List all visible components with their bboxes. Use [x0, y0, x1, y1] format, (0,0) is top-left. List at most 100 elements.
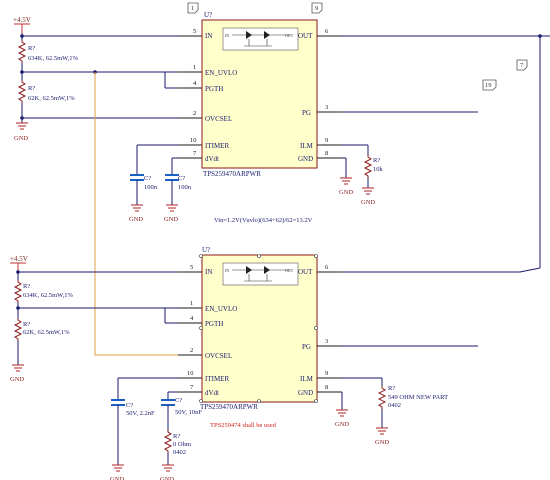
pin-number: 1 [193, 64, 196, 71]
pin-number: 3 [325, 338, 328, 345]
capacitor-c-top-2[interactable]: C? 100n [165, 174, 192, 191]
ic-part-number: TPS259470ARPWR [200, 403, 258, 411]
gnd-symbol: GND [339, 177, 353, 196]
ic-designator: U? [204, 11, 212, 19]
capacitor-ref: C? [144, 175, 151, 182]
resistor-ref: R? [28, 45, 35, 52]
ic-internal-diagram: IN OUT [222, 262, 299, 286]
pin-name: OUT [298, 32, 313, 40]
ic-u1[interactable]: U? TPS259470ARPWR IN OUT 5 IN 1 EN_UVLO … [178, 11, 342, 178]
gnd-label: GND [14, 135, 28, 142]
pin-name: ILM [300, 375, 314, 383]
pin-number: 7 [193, 150, 197, 157]
capacitor-ref: C? [178, 175, 185, 182]
resistor-r-0ohm[interactable]: R? 0 Ohm 0402 [163, 430, 191, 456]
pin-number: 4 [193, 80, 197, 87]
pin-name: GND [298, 155, 313, 163]
pin-number: 2 [193, 110, 196, 117]
inner-out-label: OUT [285, 268, 294, 273]
junction-dot [16, 306, 20, 310]
pin-number: 1 [190, 300, 193, 307]
gnd-symbol: GND [110, 464, 124, 480]
uvlo-formula-note: Vin=1.2V(Vuvlo)(634+62)/62=13.2V [214, 217, 313, 224]
resistor-r-top-634k[interactable]: R? 634K, 62.5mW,1% [17, 40, 79, 63]
comment-flag[interactable]: 9 [311, 2, 323, 14]
resistor-value: 549 OHM NEW PART [388, 394, 448, 401]
junction-dot [20, 70, 24, 74]
resistor-value: 0 Ohm [173, 441, 191, 448]
part-warning-note: TPS259474 shall be used [210, 422, 277, 429]
vcc-label: +4.5V [10, 255, 28, 263]
capacitor-value: 50V, 2.2nF [126, 410, 155, 417]
schematic-canvas: 1 9 19 7 +4.5V R? 634K, 62.5mW,1% R? 62K… [10, 2, 550, 480]
resistor-r-top-62k[interactable]: R? 62K, 62.5mW,1% [17, 80, 75, 103]
resistor-r-10k[interactable]: R? 10k [363, 155, 384, 178]
resistor-r-bot-634k[interactable]: R? 634K, 62.5mW,1% [13, 280, 74, 303]
comment-flag[interactable]: 19 [482, 79, 497, 91]
ic-designator: U? [202, 246, 210, 254]
pin-name: ILM [300, 142, 314, 150]
flag-label: 9 [315, 5, 318, 12]
power-port-vcc: +4.5V [10, 255, 28, 272]
resistor-r-bot-62k[interactable]: R? 62K, 62.5mW,1% [13, 318, 70, 341]
comment-flag[interactable]: 1 [187, 2, 199, 14]
ic-part-number: TPS259470ARPWR [203, 170, 261, 178]
junction-dot [16, 270, 20, 274]
pin-number: 6 [325, 264, 329, 271]
gnd-label: GND [110, 476, 124, 480]
capacitor-ref: C? [126, 402, 133, 409]
resistor-ref: R? [23, 283, 30, 290]
pin-name: dVdt [205, 155, 219, 163]
pin-name: PG [302, 343, 311, 351]
gnd-symbol: GND [10, 364, 24, 383]
pin-number: 5 [193, 28, 196, 35]
pin-number: 7 [190, 384, 194, 391]
pin-number: 8 [325, 150, 328, 157]
resistor-ref: R? [23, 321, 30, 328]
resistor-value: 634K, 62.5mW,1% [23, 292, 74, 299]
comment-flag[interactable]: 7 [516, 59, 528, 71]
inner-in-label: IN [225, 268, 229, 273]
pin-name: GND [298, 389, 313, 397]
resistor-package: 0402 [388, 402, 401, 409]
gnd-label: GND [339, 189, 353, 196]
gnd-label: GND [164, 216, 178, 223]
gnd-label: GND [335, 421, 349, 428]
gnd-label: GND [10, 376, 24, 383]
resistor-value: 634K, 62.5mW,1% [28, 55, 79, 62]
gnd-symbol: GND [335, 409, 349, 428]
pin-name: OVCSEL [205, 352, 232, 360]
pin-number: 5 [190, 264, 193, 271]
gnd-label: GND [129, 216, 143, 223]
gnd-symbol: GND [361, 187, 375, 206]
capacitor-c-top-1[interactable]: C? 100n [130, 174, 158, 191]
wire-orange-net [94, 72, 178, 356]
resistor-ref: R? [373, 157, 380, 164]
pin-number: 6 [325, 28, 329, 35]
pin-number: 8 [325, 384, 328, 391]
pin-number: 10 [187, 370, 194, 377]
junction-dot [20, 34, 24, 38]
pin-number: 10 [190, 137, 197, 144]
capacitor-value: 100n [178, 184, 192, 191]
flag-label: 19 [485, 82, 492, 89]
flag-label: 1 [191, 5, 194, 12]
capacitor-c-bot-10n[interactable]: C? 50V, 10nF [161, 397, 202, 416]
resistor-ref: R? [388, 385, 395, 392]
resistor-value: 62K, 62.5mW,1% [23, 329, 70, 336]
pin-name: ITIMER [205, 142, 229, 150]
pin-name: OVCSEL [205, 115, 232, 123]
vcc-label: +4.5V [13, 16, 31, 24]
pin-name: ITIMER [205, 375, 229, 383]
power-port-vcc: +4.5V [13, 16, 31, 34]
gnd-symbol: GND [164, 204, 178, 223]
pin-number: 9 [325, 370, 328, 377]
gnd-label: GND [361, 199, 375, 206]
resistor-r-549[interactable]: R? 549 OHM NEW PART 0402 [377, 385, 448, 409]
pin-name: IN [205, 268, 212, 276]
pin-name: OUT [298, 268, 313, 276]
gnd-label: GND [160, 476, 174, 480]
resistor-value: 62K, 62.5mW,1% [28, 95, 75, 102]
gnd-symbol: GND [375, 427, 389, 446]
inner-out-label: OUT [285, 33, 294, 38]
